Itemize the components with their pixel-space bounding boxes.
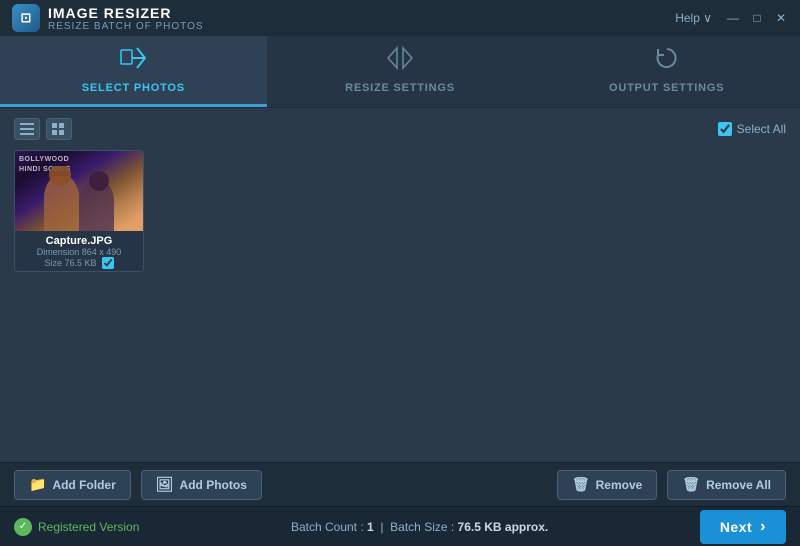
status-bar: ✓ Registered Version Batch Count : 1 | B… <box>0 506 800 546</box>
add-photos-label: Add Photos <box>180 478 247 492</box>
select-photos-icon <box>119 46 147 76</box>
app-title: IMAGE RESIZER <box>48 5 204 21</box>
tabs-bar: SELECT PHOTOS RESIZE SETTINGS OUTPUT SET… <box>0 36 800 108</box>
tab-resize-settings-label: RESIZE SETTINGS <box>345 82 455 94</box>
next-button[interactable]: Next › <box>700 510 786 544</box>
app-subtitle: RESIZE BATCH OF PHOTOS <box>48 21 204 32</box>
face-2 <box>89 171 109 191</box>
photo-info: Capture.JPG Dimension 864 x 490 Size 76.… <box>15 231 143 271</box>
view-icons <box>14 118 72 140</box>
remove-button[interactable]: 🗑 Remove <box>557 470 657 500</box>
window-controls: — □ ✕ <box>726 11 788 25</box>
app-title-group: IMAGE RESIZER RESIZE BATCH OF PHOTOS <box>48 5 204 32</box>
photo-dimension: Dimension 864 x 490 <box>20 247 138 257</box>
minimize-button[interactable]: — <box>726 11 740 25</box>
batch-separator: | <box>380 520 383 534</box>
remove-icon: 🗑 <box>572 476 590 493</box>
batch-count-label: Batch Count : <box>291 520 364 534</box>
tab-output-settings-label: OUTPUT SETTINGS <box>609 82 724 94</box>
remove-all-button[interactable]: 🗑 Remove All <box>667 470 786 500</box>
add-folder-label: Add Folder <box>52 478 115 492</box>
photo-size: Size 76.5 KB <box>44 258 96 268</box>
batch-size-value: 76.5 KB approx. <box>458 520 549 534</box>
title-bar-right: Help ∨ — □ ✕ <box>675 11 788 25</box>
action-bar: 📁 Add Folder 🖼 Add Photos 🗑 Remove 🗑 Rem… <box>0 462 800 506</box>
add-photos-icon: 🖼 <box>156 476 174 493</box>
add-folder-button[interactable]: 📁 Add Folder <box>14 470 131 500</box>
tab-output-settings[interactable]: OUTPUT SETTINGS <box>533 36 800 107</box>
next-label: Next <box>720 519 752 535</box>
content-area: Select All BOLLYWOODHINDI SONGS Capture.… <box>0 108 800 462</box>
tab-select-photos[interactable]: SELECT PHOTOS <box>0 36 267 107</box>
add-folder-icon: 📁 <box>29 476 46 493</box>
view-toolbar: Select All <box>14 118 786 140</box>
batch-size-label: Batch Size : <box>390 520 454 534</box>
remove-all-icon: 🗑 <box>682 476 700 493</box>
next-arrow-icon: › <box>760 518 766 536</box>
select-all-wrap: Select All <box>718 122 786 136</box>
remove-all-label: Remove All <box>706 478 771 492</box>
title-bar-left: ⊡ IMAGE RESIZER RESIZE BATCH OF PHOTOS <box>12 4 204 32</box>
select-all-label: Select All <box>737 122 786 136</box>
add-photos-button[interactable]: 🖼 Add Photos <box>141 470 262 500</box>
help-button[interactable]: Help ∨ <box>675 11 712 25</box>
registered-badge: ✓ Registered Version <box>14 518 139 536</box>
select-all-checkbox[interactable] <box>718 122 732 136</box>
photo-select-checkbox[interactable] <box>102 257 114 269</box>
registered-label: Registered Version <box>38 520 139 534</box>
grid-view-button[interactable] <box>46 118 72 140</box>
photo-card: BOLLYWOODHINDI SONGS Capture.JPG Dimensi… <box>14 150 144 272</box>
resize-settings-icon <box>386 46 414 76</box>
batch-info: Batch Count : 1 | Batch Size : 76.5 KB a… <box>139 520 699 534</box>
photo-name: Capture.JPG <box>20 235 138 247</box>
batch-count-value: 1 <box>367 520 374 534</box>
close-button[interactable]: ✕ <box>774 11 788 25</box>
restore-button[interactable]: □ <box>750 11 764 25</box>
list-view-button[interactable] <box>14 118 40 140</box>
remove-label: Remove <box>596 478 643 492</box>
thumbnail-figures <box>39 166 119 231</box>
output-settings-icon <box>653 46 681 76</box>
title-bar: ⊡ IMAGE RESIZER RESIZE BATCH OF PHOTOS H… <box>0 0 800 36</box>
app-icon: ⊡ <box>12 4 40 32</box>
photo-grid: BOLLYWOODHINDI SONGS Capture.JPG Dimensi… <box>14 150 786 272</box>
tab-select-photos-label: SELECT PHOTOS <box>82 82 185 94</box>
tab-resize-settings[interactable]: RESIZE SETTINGS <box>267 36 534 107</box>
registered-icon: ✓ <box>14 518 32 536</box>
photo-thumbnail: BOLLYWOODHINDI SONGS <box>15 151 143 231</box>
photo-size-row: Size 76.5 KB <box>20 257 138 269</box>
